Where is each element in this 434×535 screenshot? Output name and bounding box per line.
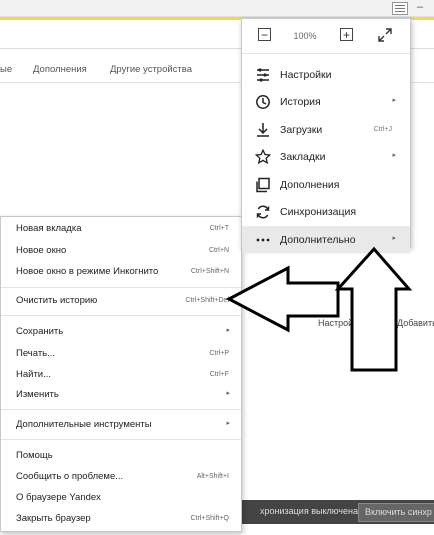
download-icon: [255, 122, 271, 138]
sync-icon: [255, 204, 271, 220]
enable-sync-label: Включить синхр: [365, 507, 432, 517]
submenu-divider: [1, 439, 241, 440]
zoom-controls: − 100% +: [242, 19, 410, 54]
chevron-right-icon: ▸: [226, 390, 230, 397]
submenu-divider: [1, 409, 241, 410]
zoom-level: 100%: [293, 31, 317, 41]
chevron-right-icon: ▸: [226, 420, 230, 427]
nav-link-other-devices[interactable]: Другие устройства: [110, 64, 192, 75]
submenu-divider: [1, 315, 241, 316]
menu-item-sync[interactable]: Синхронизация: [242, 198, 410, 225]
star-icon: [254, 148, 272, 165]
zoom-in-button[interactable]: +: [340, 28, 353, 41]
minimize-icon[interactable]: –: [414, 2, 426, 13]
browser-title-bar: –: [0, 0, 434, 17]
submenu-item-edit[interactable]: Изменить ▸: [1, 385, 241, 405]
submenu-item-new-tab[interactable]: Новая вкладка Ctrl+T: [1, 219, 241, 239]
submenu-item-help[interactable]: Помощь: [1, 446, 241, 466]
sync-status-bar: хронизация выключена Включить синхр: [240, 500, 434, 524]
add-link[interactable]: Добавить: [397, 318, 434, 328]
submenu-item-close-browser[interactable]: Закрыть браузер Ctrl+Shift+Q: [1, 509, 241, 529]
chevron-right-icon: ▸: [392, 97, 396, 104]
nav-link-extensions[interactable]: Дополнения: [33, 64, 87, 75]
menu-item-history[interactable]: История ▸: [242, 88, 410, 115]
more-submenu: Новая вкладка Ctrl+T Новое окно Ctrl+N Н…: [0, 216, 242, 532]
settings-sliders-icon: [255, 67, 271, 83]
menu-item-settings[interactable]: Настройки: [242, 61, 410, 88]
browser-main-menu: − 100% + Настройки История ▸ Загрузки Ct…: [241, 18, 411, 253]
chevron-right-icon: ▸: [392, 152, 396, 159]
zoom-out-button[interactable]: −: [258, 28, 271, 41]
extensions-icon: [255, 177, 271, 193]
submenu-item-new-window[interactable]: Новое окно Ctrl+N: [1, 241, 241, 261]
settings-link[interactable]: Настройка: [318, 318, 362, 328]
more-dots-icon: [255, 232, 271, 248]
enable-sync-button[interactable]: Включить синхр: [358, 503, 434, 522]
menu-hamburger-icon[interactable]: [392, 2, 408, 15]
submenu-item-report-problem[interactable]: Сообщить о проблеме... Alt+Shift+I: [1, 467, 241, 487]
menu-item-downloads[interactable]: Загрузки Ctrl+J: [242, 116, 410, 143]
submenu-item-clear-history[interactable]: Очистить историю Ctrl+Shift+Del: [1, 291, 241, 311]
menu-item-more[interactable]: Дополнительно ▸: [242, 226, 410, 253]
add-plus-button[interactable]: +: [373, 316, 393, 329]
submenu-item-more-tools[interactable]: Дополнительные инструменты ▸: [1, 415, 241, 435]
menu-item-bookmarks[interactable]: Закладки ▸: [242, 143, 410, 170]
submenu-item-save[interactable]: Сохранить ▸: [1, 322, 241, 342]
submenu-divider: [1, 287, 241, 288]
sync-status-text: хронизация выключена: [260, 506, 358, 516]
chevron-right-icon: ▸: [392, 235, 396, 242]
submenu-item-print[interactable]: Печать... Ctrl+P: [1, 344, 241, 364]
menu-item-extensions[interactable]: Дополнения: [242, 171, 410, 198]
fullscreen-icon[interactable]: [378, 28, 392, 45]
chevron-right-icon: ▸: [226, 327, 230, 334]
submenu-item-about[interactable]: О браузере Yandex: [1, 488, 241, 508]
clock-icon: [255, 94, 271, 110]
submenu-item-find[interactable]: Найти... Ctrl+F: [1, 365, 241, 385]
nav-link-partial[interactable]: ые: [0, 64, 12, 75]
submenu-item-incognito[interactable]: Новое окно в режиме Инкогнито Ctrl+Shift…: [1, 262, 241, 282]
